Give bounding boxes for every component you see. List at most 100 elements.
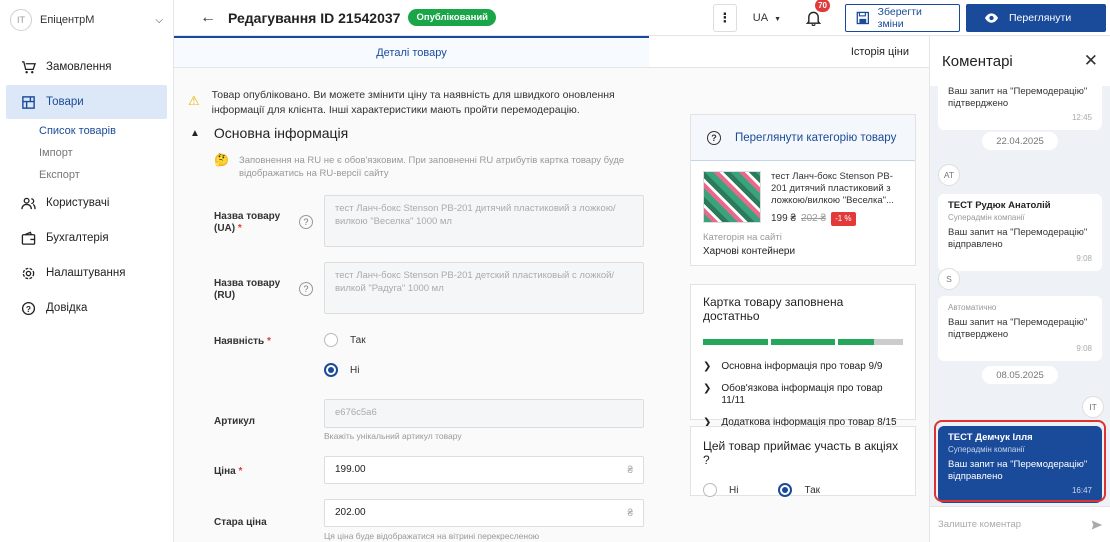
- name-ua-label-text: Назва товару (UA): [214, 211, 281, 234]
- help-icon: ?: [20, 300, 36, 316]
- currency-symbol: ₴: [627, 508, 633, 519]
- company-selector[interactable]: IT ЕпіцентрМ ⌵: [0, 0, 173, 40]
- help-circle-icon[interactable]: ?: [299, 282, 313, 296]
- currency-symbol: ₴: [627, 465, 633, 476]
- completeness-item-text: Основна інформація про товар 9/9: [721, 361, 883, 372]
- comment-time: 12:45: [1071, 113, 1092, 122]
- sidebar-subitem-import[interactable]: Імпорт: [0, 142, 173, 164]
- sidebar-subitem-export[interactable]: Експорт: [0, 164, 173, 186]
- radio-circle: [324, 333, 338, 347]
- comments-header: Коментарі ✕: [930, 36, 1110, 86]
- page-title: Редагування ID 21542037: [228, 9, 401, 26]
- radio-label: Ні: [350, 364, 360, 376]
- availability-no-radio[interactable]: Ні: [324, 363, 359, 377]
- required-mark: *: [266, 336, 271, 347]
- avatar: IT: [1082, 396, 1104, 418]
- sidebar: IT ЕпіцентрМ ⌵ Замовлення Товари Список …: [0, 0, 174, 542]
- product-price: 199 ₴: [771, 213, 797, 224]
- completeness-item[interactable]: ❯ Основна інформація про товар 9/9: [691, 361, 915, 373]
- sidebar-item-accounting[interactable]: Бухгалтерія: [6, 221, 167, 255]
- radio-label: Ні: [729, 484, 739, 496]
- completeness-item-text: Обов'язкова інформація про товар 11/11: [721, 383, 883, 406]
- progress-segment: [770, 339, 836, 345]
- help-circle-icon[interactable]: ?: [299, 215, 313, 229]
- promo-card: Цей товар приймає участь в акціях ? Ні Т…: [690, 426, 916, 497]
- product-preview[interactable]: тест Ланч-бокс Stenson PB-201 дитячий пл…: [691, 161, 915, 226]
- notifications-count: 70: [815, 0, 830, 12]
- promo-radio-group: Ні Так: [691, 467, 915, 513]
- users-icon: [20, 195, 36, 211]
- view-button[interactable]: Переглянути: [966, 3, 1106, 32]
- company-avatar: IT: [10, 9, 32, 31]
- completeness-item[interactable]: ❯ Обов'язкова інформація про товар 11/11: [691, 383, 915, 407]
- comment-message: Автоматично Ваш запит на "Перемодерацію"…: [938, 296, 1102, 361]
- promo-yes-radio[interactable]: Так: [778, 483, 820, 497]
- tab-product-details[interactable]: Деталі товару: [174, 36, 649, 67]
- sidebar-item-products[interactable]: Товари: [6, 85, 167, 119]
- old-price-label: Стара ціна: [214, 517, 267, 528]
- page-header: ← Редагування ID 21542037 Опублікований …: [174, 0, 1110, 36]
- back-arrow-icon[interactable]: ←: [188, 9, 228, 27]
- box-icon: [20, 94, 36, 110]
- comments-title: Коментарі: [942, 52, 1013, 70]
- required-mark: *: [238, 466, 243, 477]
- section-toggle[interactable]: ▲ Основна інформація: [190, 125, 348, 141]
- highlight-frame: [934, 420, 1106, 502]
- notifications-button[interactable]: 70: [803, 0, 830, 28]
- name-ua-label: Назва товару (UA) *: [214, 211, 292, 235]
- radio-circle-selected: [324, 363, 338, 377]
- price-label: Ціна *: [214, 466, 242, 478]
- date-divider: 22.04.2025: [982, 132, 1058, 150]
- view-category-button[interactable]: ? Переглянути категорію товару: [691, 115, 915, 161]
- name-ua-field[interactable]: тест Ланч-бокс Stenson PB-201 дитячий пл…: [324, 195, 644, 247]
- availability-yes-radio[interactable]: Так: [324, 333, 366, 347]
- sidebar-subitem-product-list[interactable]: Список товарів: [0, 120, 173, 142]
- promo-no-radio[interactable]: Ні: [703, 483, 738, 497]
- status-badge: Опублікований: [408, 9, 497, 26]
- completeness-title: Картка товару заповнена достатньо: [703, 295, 844, 323]
- sidebar-item-settings[interactable]: Налаштування: [6, 256, 167, 290]
- old-price-value: 202.00: [335, 507, 366, 518]
- company-name: ЕпіцентрМ: [40, 14, 95, 26]
- comment-role: Суперадмін компанії: [948, 213, 1025, 222]
- wallet-icon: [20, 230, 36, 246]
- bell-icon: [805, 11, 821, 26]
- chevron-right-icon: ❯: [703, 361, 712, 372]
- caret-down-icon: ▼: [774, 15, 781, 23]
- sku-field[interactable]: e676c5a6: [324, 399, 644, 428]
- save-button[interactable]: Зберегти зміни: [845, 3, 960, 32]
- progress-segment: [703, 339, 768, 345]
- comment-text: Ваш запит на "Перемодерацію" відправлено: [948, 227, 1088, 250]
- close-icon[interactable]: ✕: [1084, 51, 1098, 71]
- question-icon: ?: [707, 130, 721, 145]
- view-label: Переглянути: [1009, 11, 1072, 24]
- discount-badge: -1 %: [831, 212, 856, 226]
- sidebar-item-users[interactable]: Користувачі: [6, 186, 167, 220]
- send-icon[interactable]: [1091, 519, 1103, 531]
- more-menu-button[interactable]: ⋮: [712, 3, 737, 32]
- ru-note-text: Заповнення на RU не є обов'язковим. При …: [238, 155, 625, 179]
- chevron-up-icon: ▲: [190, 127, 200, 139]
- price-field[interactable]: 199.00 ₴: [324, 456, 644, 484]
- comment-time: 9:08: [1076, 254, 1092, 263]
- name-ru-field[interactable]: тест Ланч-бокс Stenson PB-201 детский пл…: [324, 262, 644, 314]
- old-price-field[interactable]: 202.00 ₴: [324, 499, 644, 527]
- comment-text: Ваш запит на "Перемодерацію" підтверджен…: [948, 317, 1088, 340]
- comment-input[interactable]: Залиште коментар: [930, 506, 1110, 542]
- thinking-emoji-icon: 🤔: [214, 153, 229, 167]
- sidebar-item-label: Користувачі: [46, 197, 110, 209]
- language-select[interactable]: UA ▼: [753, 12, 781, 24]
- kebab-icon: ⋮: [718, 9, 732, 25]
- product-prices: 199 ₴ 202 ₴ -1 %: [771, 212, 903, 226]
- sidebar-item-orders[interactable]: Замовлення: [6, 50, 167, 84]
- notice-text: Товар опубліковано. Ви можете змінити ці…: [211, 89, 615, 116]
- tab-price-history[interactable]: Історія ціни: [649, 36, 929, 67]
- product-title: тест Ланч-бокс Stenson PB-201 дитячий пл…: [771, 171, 894, 206]
- comments-list[interactable]: Ваш запит на "Перемодерацію" підтверджен…: [930, 86, 1110, 506]
- completeness-progress: [703, 339, 904, 345]
- product-old-price: 202 ₴: [801, 213, 827, 224]
- warning-icon: ⚠: [188, 93, 200, 108]
- tabs: Деталі товару Історія ціни: [174, 36, 929, 68]
- comments-panel: Коментарі ✕ Ваш запит на "Перемодерацію"…: [929, 36, 1110, 542]
- sidebar-item-help[interactable]: ? Довідка: [6, 291, 167, 325]
